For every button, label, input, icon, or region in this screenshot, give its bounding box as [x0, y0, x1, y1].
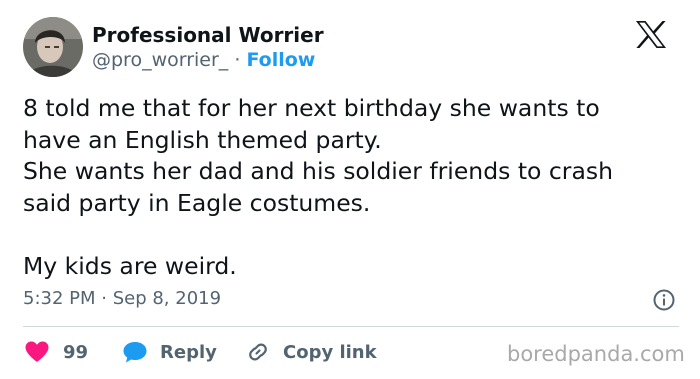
copy-link-label: Copy link: [283, 341, 377, 363]
author-name[interactable]: Professional Worrier: [92, 23, 324, 47]
tweet-timestamp[interactable]: 5:32 PM · Sep 8, 2019: [23, 287, 221, 311]
author-handle[interactable]: @pro_worrier_: [92, 49, 228, 71]
divider: [23, 326, 679, 327]
x-logo-icon[interactable]: [636, 21, 666, 48]
tweet-card: Professional Worrier @pro_worrier_ · Fol…: [0, 0, 700, 379]
link-icon: [245, 339, 271, 365]
avatar[interactable]: [23, 17, 83, 77]
speech-bubble-icon: [122, 340, 148, 364]
author-meta: @pro_worrier_ · Follow: [92, 48, 315, 72]
separator-dot: ·: [234, 49, 241, 71]
follow-button[interactable]: Follow: [246, 49, 315, 71]
like-count: 99: [63, 341, 89, 363]
info-icon[interactable]: [652, 288, 676, 312]
watermark: boredpanda.com: [507, 342, 685, 366]
like-button[interactable]: 99: [24, 338, 88, 366]
reply-button[interactable]: Reply: [122, 338, 217, 366]
copy-link-button[interactable]: Copy link: [245, 338, 377, 366]
tweet-text: 8 told me that for her next birthday she…: [23, 94, 614, 280]
heart-icon: [24, 340, 50, 364]
reply-label: Reply: [160, 341, 217, 363]
